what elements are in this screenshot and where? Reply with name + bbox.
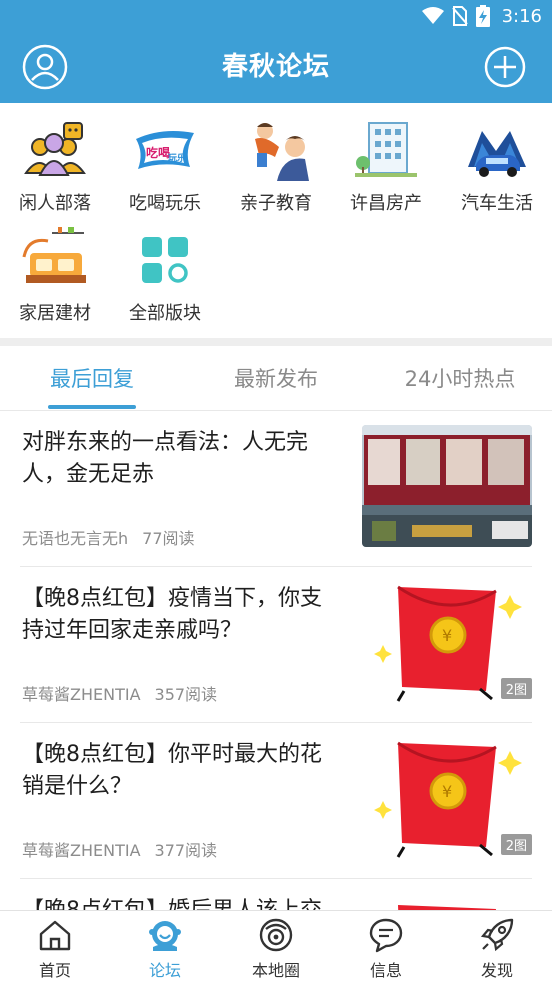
tab-latest-post[interactable]: 最新发布	[206, 346, 346, 411]
board-label: 许昌房产	[350, 193, 422, 214]
svg-text:玩乐: 玩乐	[168, 152, 186, 164]
post-reads: 77阅读	[142, 529, 195, 548]
post-item[interactable]: 【晚8点红包】疫情当下，你支持过年回家走亲戚吗？ 草莓酱ZHENTIA 357阅…	[0, 567, 552, 723]
people-group-icon	[24, 122, 86, 176]
post-thumbnail-red-envelope[interactable]: ¥ 2图	[362, 581, 532, 703]
post-reads: 357阅读	[154, 685, 218, 704]
red-envelope-icon	[398, 905, 496, 910]
add-circle-icon[interactable]	[482, 44, 528, 90]
car-house-icon	[468, 131, 526, 177]
board-item-chihe[interactable]: 吃喝 玩乐 吃喝玩乐	[110, 103, 220, 214]
board-item-qiche[interactable]: 汽车生活	[442, 103, 552, 214]
post-item[interactable]: 【晚8点红包】婚后男人该上交	[0, 879, 552, 910]
post-thumbnail-red-envelope[interactable]	[362, 893, 532, 910]
no-sim-icon	[451, 6, 468, 26]
nav-label: 首页	[38, 961, 71, 980]
furniture-icon	[22, 227, 86, 283]
post-title[interactable]: 【晚8点红包】疫情当下，你支持过年回家走亲戚吗？	[22, 583, 340, 647]
board-item-qinzi[interactable]: 亲子教育	[221, 103, 331, 214]
nav-discover[interactable]: 发现	[442, 911, 552, 983]
status-icons: 3:16	[421, 4, 542, 28]
wifi-icon	[421, 7, 444, 24]
post-item[interactable]: 【晚8点红包】你平时最大的花销是什么？ 草莓酱ZHENTIA 377阅读 ¥ 2…	[0, 723, 552, 879]
board-grid: 闲人部落 吃喝 玩乐 吃喝玩乐 亲子教育 许昌房产 汽车生活 家居建材 全部版块	[0, 103, 552, 338]
parent-child-icon	[255, 123, 309, 181]
post-author: 无语也无言无h	[22, 529, 129, 548]
image-count-badge: 2图	[500, 678, 532, 699]
board-label: 亲子教育	[240, 193, 312, 214]
tab-24h-hot[interactable]: 24小时热点	[384, 346, 536, 411]
app-header: 春秋论坛	[0, 33, 552, 103]
board-item-fangchan[interactable]: 许昌房产	[331, 103, 441, 214]
tab-indicator	[48, 405, 136, 409]
post-item[interactable]: 对胖东来的一点看法：人无完人，金无足赤 无语也无言无h 77阅读	[0, 411, 552, 567]
food-fun-icon: 吃喝 玩乐	[136, 131, 194, 169]
section-divider	[0, 338, 552, 346]
post-tabs: 最后回复 最新发布 24小时热点	[0, 346, 552, 411]
nav-messages[interactable]: 信息	[331, 911, 441, 983]
bottom-nav: 首页 论坛 本地圈 信息 发现	[0, 910, 552, 983]
board-item-jiaju[interactable]: 家居建材	[0, 213, 110, 324]
home-icon	[39, 920, 71, 951]
post-thumbnail-red-envelope[interactable]: ¥ 2图	[362, 737, 532, 859]
nav-forum[interactable]: 论坛	[110, 911, 220, 983]
post-title[interactable]: 【晚8点红包】你平时最大的花销是什么？	[22, 739, 340, 803]
post-title[interactable]: 【晚8点红包】婚后男人该上交	[22, 895, 340, 910]
board-label: 汽车生活	[461, 193, 533, 214]
post-meta: 草莓酱ZHENTIA 377阅读	[22, 837, 217, 861]
message-icon	[369, 918, 403, 953]
local-circle-icon	[259, 918, 293, 952]
tab-latest-reply[interactable]: 最后回复	[22, 346, 162, 411]
board-label: 闲人部落	[19, 193, 91, 214]
svg-text:吃喝: 吃喝	[146, 145, 170, 160]
nav-label: 发现	[480, 961, 513, 980]
post-title[interactable]: 对胖东来的一点看法：人无完人，金无足赤	[22, 427, 340, 491]
post-author: 草莓酱ZHENTIA	[22, 841, 141, 860]
board-item-all[interactable]: 全部版块	[110, 213, 220, 324]
battery-charging-icon	[475, 5, 490, 27]
post-meta: 草莓酱ZHENTIA 357阅读	[22, 681, 217, 705]
status-bar: 3:16	[0, 0, 552, 33]
svg-text:¥: ¥	[442, 782, 452, 801]
nav-home[interactable]: 首页	[0, 911, 110, 983]
status-time: 3:16	[501, 5, 542, 27]
post-author: 草莓酱ZHENTIA	[22, 685, 141, 704]
nav-local-circle[interactable]: 本地圈	[221, 911, 331, 983]
page-title: 春秋论坛	[221, 52, 330, 82]
image-count-badge: 2图	[500, 834, 532, 855]
forum-icon	[149, 921, 181, 951]
rocket-icon	[480, 918, 514, 952]
nav-label: 论坛	[148, 961, 181, 980]
svg-text:¥: ¥	[442, 626, 452, 645]
nav-label: 本地圈	[251, 961, 300, 980]
all-boards-icon	[142, 237, 188, 283]
board-label: 家居建材	[19, 303, 91, 324]
board-label: 吃喝玩乐	[129, 193, 201, 214]
nav-label: 信息	[369, 961, 402, 980]
board-label: 全部版块	[129, 303, 201, 324]
post-thumbnail-store-photo[interactable]	[362, 425, 532, 547]
post-reads: 377阅读	[154, 841, 218, 860]
building-icon	[355, 122, 417, 177]
board-item-xianren[interactable]: 闲人部落	[0, 103, 110, 214]
post-meta: 无语也无言无h 77阅读	[22, 525, 195, 549]
